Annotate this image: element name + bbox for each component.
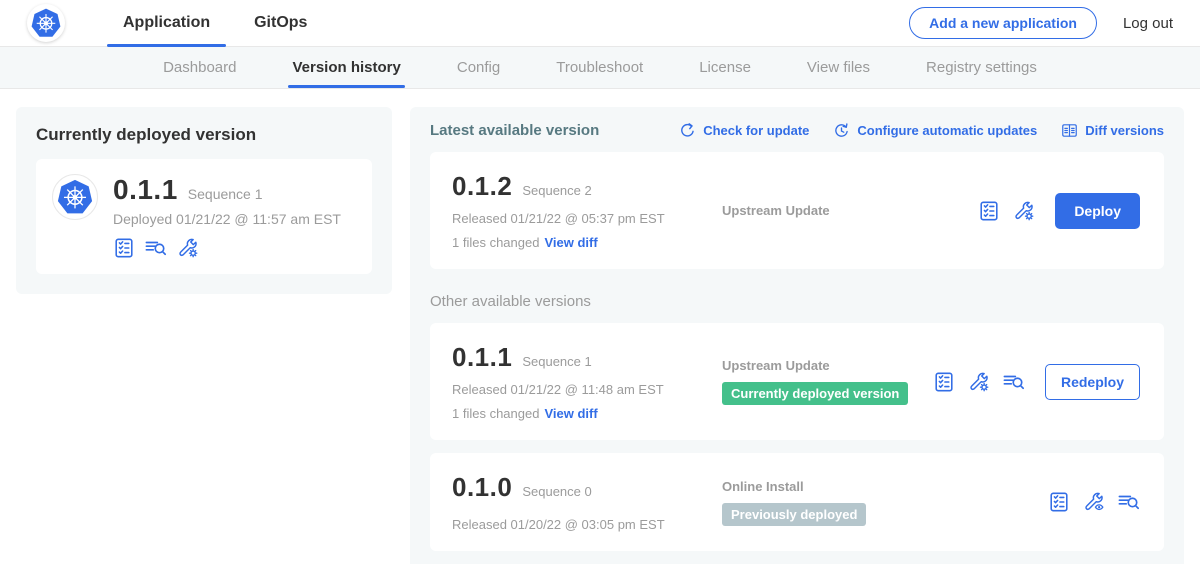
tab-application-label: Application bbox=[123, 14, 210, 32]
version-source: Upstream Update bbox=[722, 203, 978, 218]
subnav-version-history-label: Version history bbox=[292, 59, 400, 76]
version-source-block: Online Install Previously deployed bbox=[700, 479, 1048, 526]
tab-gitops-label: GitOps bbox=[254, 14, 307, 32]
top-navbar: Application GitOps Add a new application… bbox=[0, 0, 1200, 47]
subnav-version-history[interactable]: Version history bbox=[292, 47, 400, 88]
currently-deployed-badge: Currently deployed version bbox=[722, 382, 908, 405]
edit-config-icon[interactable] bbox=[968, 371, 990, 393]
files-changed: 1 files changed View diff bbox=[452, 406, 700, 421]
deployed-version-info: 0.1.1 Sequence 1 Deployed 01/21/22 @ 11:… bbox=[113, 174, 341, 259]
view-diff-link[interactable]: View diff bbox=[544, 406, 597, 421]
tab-application[interactable]: Application bbox=[101, 0, 232, 46]
latest-version-header: Latest available version bbox=[430, 122, 599, 139]
version-actions-block: Deploy bbox=[978, 193, 1142, 229]
version-actions: Check for update Configure automatic upd… bbox=[679, 122, 1164, 139]
subnav-registry-settings-label: Registry settings bbox=[926, 59, 1037, 76]
diff-versions-label: Diff versions bbox=[1085, 123, 1164, 138]
released-timestamp: Released 01/20/22 @ 03:05 pm EST bbox=[452, 517, 700, 532]
version-card-0-1-0: 0.1.0 Sequence 0 Released 01/20/22 @ 03:… bbox=[430, 453, 1164, 551]
version-sequence: Sequence 1 bbox=[522, 354, 591, 369]
versions-panel: Latest available version Check for updat… bbox=[410, 107, 1184, 564]
deployed-timestamp: Deployed 01/21/22 @ 11:57 am EST bbox=[113, 211, 341, 227]
check-for-update-label: Check for update bbox=[703, 123, 809, 138]
schedule-update-icon bbox=[833, 122, 850, 139]
files-changed: 1 files changed View diff bbox=[452, 235, 700, 250]
navbar-right: Add a new application Log out bbox=[909, 7, 1173, 39]
deploy-logs-icon[interactable] bbox=[1118, 491, 1140, 513]
refresh-icon bbox=[679, 122, 696, 139]
subnav-config-label: Config bbox=[457, 59, 500, 76]
tab-gitops[interactable]: GitOps bbox=[232, 0, 329, 46]
other-versions-header: Other available versions bbox=[430, 293, 1164, 310]
subnav-view-files-label: View files bbox=[807, 59, 870, 76]
version-card-0-1-2: 0.1.2 Sequence 2 Released 01/21/22 @ 05:… bbox=[430, 152, 1164, 269]
edit-config-icon[interactable] bbox=[1013, 200, 1035, 222]
deployed-panel-title: Currently deployed version bbox=[36, 125, 372, 145]
subnav-license-label: License bbox=[699, 59, 751, 76]
deployed-version-number: 0.1.1 bbox=[113, 174, 178, 206]
logout-button[interactable]: Log out bbox=[1123, 15, 1173, 32]
version-sequence: Sequence 2 bbox=[522, 183, 591, 198]
release-notes-icon[interactable] bbox=[1048, 491, 1070, 513]
release-notes-icon[interactable] bbox=[933, 371, 955, 393]
release-notes-icon[interactable] bbox=[978, 200, 1000, 222]
check-for-update-link[interactable]: Check for update bbox=[679, 122, 809, 139]
version-source-block: Upstream Update Currently deployed versi… bbox=[700, 358, 933, 405]
version-number: 0.1.1 bbox=[452, 342, 512, 373]
subnav-troubleshoot[interactable]: Troubleshoot bbox=[556, 47, 643, 88]
subnav-dashboard-label: Dashboard bbox=[163, 59, 236, 76]
diff-icon bbox=[1061, 122, 1078, 139]
subnav-license[interactable]: License bbox=[699, 47, 751, 88]
version-info: 0.1.1 Sequence 1 Released 01/21/22 @ 11:… bbox=[452, 342, 700, 421]
version-source: Upstream Update bbox=[722, 358, 933, 373]
app-subnav: Dashboard Version history Config Trouble… bbox=[0, 47, 1200, 89]
deployed-version-card: 0.1.1 Sequence 1 Deployed 01/21/22 @ 11:… bbox=[36, 159, 372, 274]
release-notes-icon[interactable] bbox=[113, 237, 135, 259]
version-source-block: Upstream Update bbox=[700, 203, 978, 218]
diff-versions-link[interactable]: Diff versions bbox=[1061, 122, 1164, 139]
released-timestamp: Released 01/21/22 @ 05:37 pm EST bbox=[452, 211, 700, 226]
view-config-icon[interactable] bbox=[1083, 491, 1105, 513]
deployed-sequence: Sequence 1 bbox=[188, 186, 263, 202]
version-source: Online Install bbox=[722, 479, 1048, 494]
main-content: Currently deployed version 0.1.1 Sequenc… bbox=[0, 89, 1200, 564]
configure-automatic-updates-label: Configure automatic updates bbox=[857, 123, 1037, 138]
subnav-config[interactable]: Config bbox=[457, 47, 500, 88]
version-info: 0.1.0 Sequence 0 Released 01/20/22 @ 03:… bbox=[452, 472, 700, 532]
add-new-application-button[interactable]: Add a new application bbox=[909, 7, 1097, 39]
subnav-view-files[interactable]: View files bbox=[807, 47, 870, 88]
app-tabs: Application GitOps bbox=[101, 0, 329, 46]
view-diff-link[interactable]: View diff bbox=[544, 235, 597, 250]
app-kubernetes-icon bbox=[52, 174, 98, 220]
version-number: 0.1.0 bbox=[452, 472, 512, 503]
previously-deployed-badge: Previously deployed bbox=[722, 503, 866, 526]
deploy-logs-icon[interactable] bbox=[145, 237, 167, 259]
version-card-0-1-1: 0.1.1 Sequence 1 Released 01/21/22 @ 11:… bbox=[430, 323, 1164, 440]
subnav-troubleshoot-label: Troubleshoot bbox=[556, 59, 643, 76]
subnav-dashboard[interactable]: Dashboard bbox=[163, 47, 236, 88]
version-info: 0.1.2 Sequence 2 Released 01/21/22 @ 05:… bbox=[452, 171, 700, 250]
redeploy-button[interactable]: Redeploy bbox=[1045, 364, 1140, 400]
files-changed-count: 1 files changed bbox=[452, 235, 539, 250]
subnav-registry-settings[interactable]: Registry settings bbox=[926, 47, 1037, 88]
kubernetes-logo-icon bbox=[27, 4, 65, 42]
versions-panel-header: Latest available version Check for updat… bbox=[430, 122, 1164, 139]
configure-automatic-updates-link[interactable]: Configure automatic updates bbox=[833, 122, 1037, 139]
edit-config-icon[interactable] bbox=[177, 237, 199, 259]
version-number: 0.1.2 bbox=[452, 171, 512, 202]
deploy-logs-icon[interactable] bbox=[1003, 371, 1025, 393]
deploy-button[interactable]: Deploy bbox=[1055, 193, 1140, 229]
files-changed-count: 1 files changed bbox=[452, 406, 539, 421]
released-timestamp: Released 01/21/22 @ 11:48 am EST bbox=[452, 382, 700, 397]
currently-deployed-panel: Currently deployed version 0.1.1 Sequenc… bbox=[16, 107, 392, 294]
version-actions-block: Redeploy bbox=[933, 364, 1142, 400]
version-sequence: Sequence 0 bbox=[522, 484, 591, 499]
version-actions-block bbox=[1048, 491, 1142, 513]
